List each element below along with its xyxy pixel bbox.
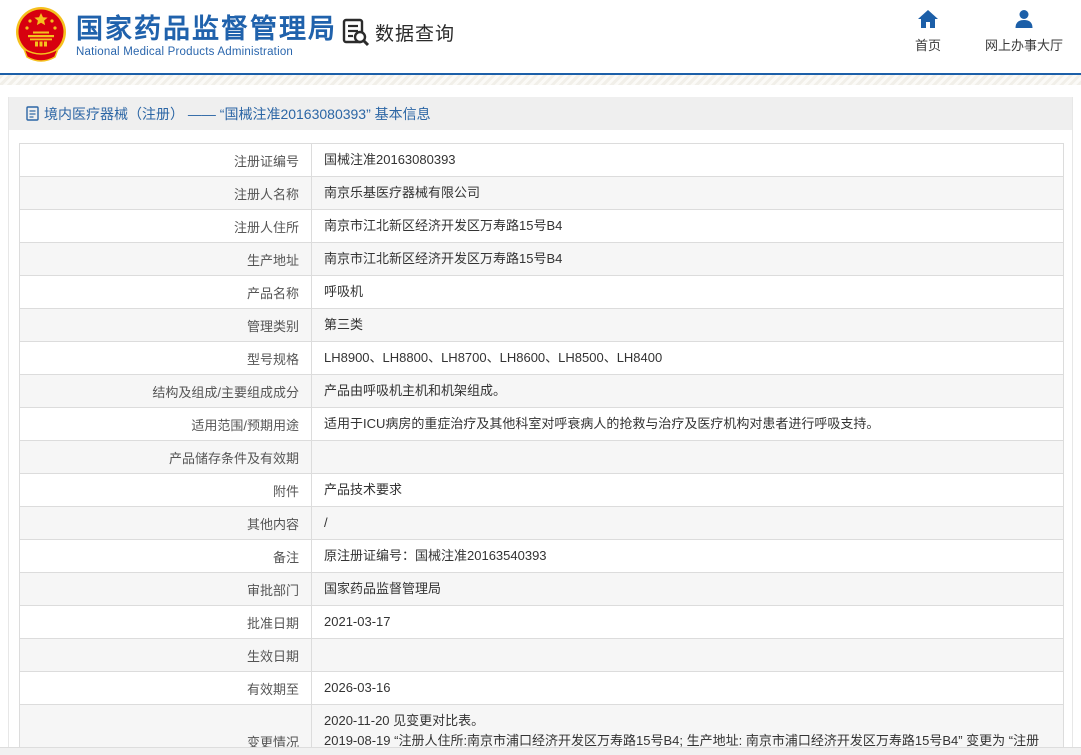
data-query-label: 数据查询 [375, 19, 455, 46]
row-label: 产品名称 [20, 276, 312, 309]
page-icon [26, 106, 39, 121]
top-nav: 首页 网上办事大厅 [915, 8, 1063, 54]
row-label: 其他内容 [20, 507, 312, 540]
breadcrumb-text: 境内医疗器械（注册） —— “国械注准20163080393” 基本信息 [44, 104, 431, 124]
row-label: 注册人名称 [20, 177, 312, 210]
org-name-cn: 国家药品监督管理局 [76, 14, 337, 44]
row-label: 产品储存条件及有效期 [20, 441, 312, 474]
row-label: 注册人住所 [20, 210, 312, 243]
row-label: 备注 [20, 540, 312, 573]
row-label: 批准日期 [20, 606, 312, 639]
table-row: 备注原注册证编号：国械注准20163540393 [20, 540, 1064, 573]
site-header: 国家药品监督管理局 National Medical Products Admi… [0, 0, 1081, 73]
row-value: 原注册证编号：国械注准20163540393 [312, 540, 1064, 573]
row-value: 国械注准20163080393 [312, 144, 1064, 177]
home-icon [917, 8, 939, 30]
table-row: 结构及组成/主要组成成分产品由呼吸机主机和机架组成。 [20, 375, 1064, 408]
row-value: 第三类 [312, 309, 1064, 342]
table-row: 其他内容/ [20, 507, 1064, 540]
row-label: 审批部门 [20, 573, 312, 606]
nav-item-label: 首页 [915, 35, 941, 54]
site-title-block: 国家药品监督管理局 National Medical Products Admi… [76, 14, 337, 58]
table-row: 注册人住所南京市江北新区经济开发区万寿路15号B4 [20, 210, 1064, 243]
nav-item-home[interactable]: 首页 [915, 8, 941, 54]
row-value: / [312, 507, 1064, 540]
table-row: 适用范围/预期用途适用于ICU病房的重症治疗及其他科室对呼衰病人的抢救与治疗及医… [20, 408, 1064, 441]
nav-item-service-hall[interactable]: 网上办事大厅 [985, 8, 1063, 54]
table-row: 批准日期2021-03-17 [20, 606, 1064, 639]
org-name-en: National Medical Products Administration [76, 46, 337, 58]
row-label: 附件 [20, 474, 312, 507]
row-label: 型号规格 [20, 342, 312, 375]
row-label: 结构及组成/主要组成成分 [20, 375, 312, 408]
row-label: 生效日期 [20, 639, 312, 672]
table-row: 产品名称呼吸机 [20, 276, 1064, 309]
row-value: 南京市江北新区经济开发区万寿路15号B4 [312, 210, 1064, 243]
table-row: 注册人名称南京乐基医疗器械有限公司 [20, 177, 1064, 210]
document-search-icon [340, 17, 370, 47]
table-row: 型号规格LH8900、LH8800、LH8700、LH8600、LH8500、L… [20, 342, 1064, 375]
row-value: 2021-03-17 [312, 606, 1064, 639]
row-value [312, 639, 1064, 672]
row-value: 呼吸机 [312, 276, 1064, 309]
table-row: 生产地址南京市江北新区经济开发区万寿路15号B4 [20, 243, 1064, 276]
row-value: LH8900、LH8800、LH8700、LH8600、LH8500、LH840… [312, 342, 1064, 375]
row-value: 南京市江北新区经济开发区万寿路15号B4 [312, 243, 1064, 276]
row-label: 适用范围/预期用途 [20, 408, 312, 441]
row-label: 注册证编号 [20, 144, 312, 177]
table-row: 审批部门国家药品监督管理局 [20, 573, 1064, 606]
page: 国家药品监督管理局 National Medical Products Admi… [0, 0, 1081, 755]
breadcrumb: 境内医疗器械（注册） —— “国械注准20163080393” 基本信息 [9, 97, 1072, 130]
content-container: 境内医疗器械（注册） —— “国械注准20163080393” 基本信息 注册证… [8, 97, 1073, 755]
table-row: 有效期至2026-03-16 [20, 672, 1064, 705]
data-query-tab[interactable]: 数据查询 [340, 17, 455, 47]
table-row: 附件产品技术要求 [20, 474, 1064, 507]
row-value [312, 441, 1064, 474]
info-table: 注册证编号国械注准20163080393注册人名称南京乐基医疗器械有限公司注册人… [19, 143, 1064, 755]
table-row: 生效日期 [20, 639, 1064, 672]
row-value: 产品由呼吸机主机和机架组成。 [312, 375, 1064, 408]
row-value: 国家药品监督管理局 [312, 573, 1064, 606]
table-row: 注册证编号国械注准20163080393 [20, 144, 1064, 177]
footer-strip [0, 747, 1081, 755]
row-value: 产品技术要求 [312, 474, 1064, 507]
row-value: 2026-03-16 [312, 672, 1064, 705]
site-logo[interactable]: 国家药品监督管理局 National Medical Products Admi… [14, 5, 337, 67]
row-label: 有效期至 [20, 672, 312, 705]
row-label: 生产地址 [20, 243, 312, 276]
user-icon [1013, 8, 1035, 30]
row-value: 适用于ICU病房的重症治疗及其他科室对呼衰病人的抢救与治疗及医疗机构对患者进行呼… [312, 408, 1064, 441]
row-value: 南京乐基医疗器械有限公司 [312, 177, 1064, 210]
table-row: 产品储存条件及有效期 [20, 441, 1064, 474]
nav-item-label: 网上办事大厅 [985, 35, 1063, 54]
info-table-body: 注册证编号国械注准20163080393注册人名称南京乐基医疗器械有限公司注册人… [20, 144, 1064, 755]
table-row: 管理类别第三类 [20, 309, 1064, 342]
national-emblem-icon [14, 5, 68, 67]
stripe-band [0, 75, 1081, 85]
row-label: 管理类别 [20, 309, 312, 342]
